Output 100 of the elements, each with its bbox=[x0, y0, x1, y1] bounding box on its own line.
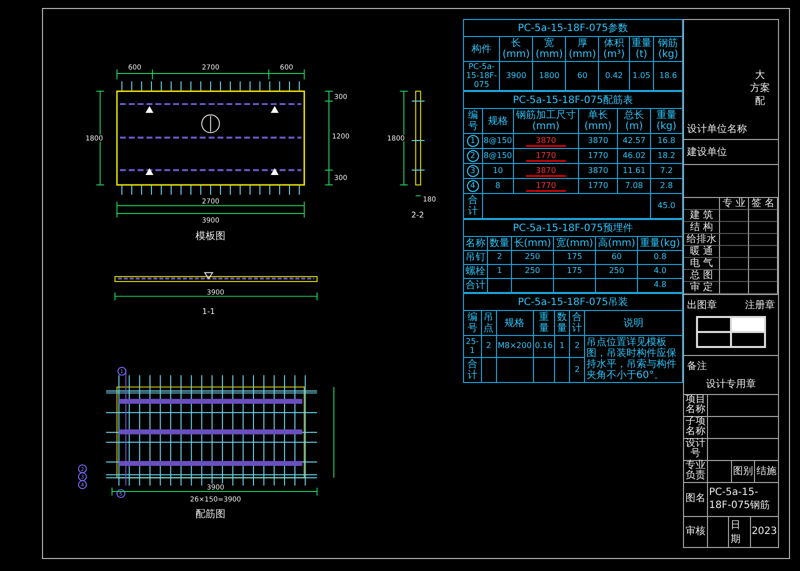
table-cell: 250 bbox=[512, 250, 554, 265]
table-cell: 25-1 bbox=[464, 336, 482, 358]
table-cell: 16.8 bbox=[650, 134, 682, 149]
field-value: 2023 bbox=[750, 525, 778, 540]
table-cell: 规格 bbox=[482, 108, 514, 134]
column-header: 签 名 bbox=[749, 198, 778, 210]
bar-shape-cell: 3870 bbox=[514, 164, 578, 179]
table-cell: 18.2 bbox=[650, 148, 682, 164]
field-label: 设计号 bbox=[684, 438, 708, 460]
table-cell: 3870 bbox=[578, 134, 618, 149]
vertical-text: 方案 bbox=[750, 83, 770, 94]
table-cell: 175 bbox=[554, 264, 596, 279]
table-cell: 宽(mm) bbox=[554, 236, 596, 251]
table-cell: 250 bbox=[512, 264, 554, 279]
table-cell bbox=[533, 357, 554, 383]
table-cell: 3900 bbox=[500, 62, 533, 91]
table-cell: 3870 bbox=[578, 164, 618, 179]
table-cell: 2 bbox=[488, 250, 512, 265]
table-cell bbox=[496, 357, 534, 383]
table-cell: 合计 bbox=[570, 310, 585, 336]
table-cell: 吊钉 bbox=[464, 250, 488, 265]
company-name: 设计单位名称 bbox=[687, 122, 748, 136]
row-label: 暖 通 bbox=[684, 246, 720, 258]
table-cell: 18.6 bbox=[654, 62, 682, 91]
table-cell: 钢筋(kg) bbox=[654, 36, 682, 62]
table-cell: 数量 bbox=[554, 310, 570, 336]
table-cell: 长(mm) bbox=[512, 236, 554, 251]
bar-number-mark: 4 bbox=[466, 180, 479, 192]
table-cell: 单长(mm) bbox=[578, 108, 618, 134]
table-cell bbox=[720, 258, 749, 270]
note-text: 吊点位置详见模板图，吊装时构件应保持水平，吊索与构件夹角不小于60°。 bbox=[584, 336, 682, 383]
table-cell: 0.8 bbox=[638, 250, 682, 265]
field-value: 结施 bbox=[756, 464, 778, 480]
view-caption: 1-1 bbox=[202, 307, 216, 316]
table-cell bbox=[554, 278, 596, 293]
table-cell: 重量(kg) bbox=[650, 108, 682, 134]
field-label: 设计专用章 bbox=[706, 378, 756, 391]
table-cell: 175 bbox=[554, 250, 596, 265]
table-cell: 规格 bbox=[496, 310, 534, 336]
table-cell: 45.0 bbox=[650, 194, 682, 219]
view-caption: 2-2 bbox=[411, 210, 424, 220]
table-cell bbox=[720, 222, 749, 234]
table-cell: M8×200 bbox=[496, 336, 534, 358]
table-cell: 编号 bbox=[464, 108, 482, 134]
table-cell: 1800 bbox=[532, 62, 566, 91]
table-cell: 名称 bbox=[464, 236, 488, 251]
field-label: 子项名称 bbox=[684, 416, 708, 438]
table-cell: 体积(m³) bbox=[598, 36, 630, 62]
field-label: 备注 bbox=[687, 360, 708, 373]
field-label: 项目名称 bbox=[684, 394, 708, 416]
table-cell: 螺栓 bbox=[464, 264, 488, 279]
table-cell bbox=[488, 278, 512, 293]
row-label: 总 图 bbox=[684, 270, 720, 282]
table-cell: 钢筋加工尺寸(mm) bbox=[514, 108, 578, 134]
table-cell: 重量 bbox=[533, 310, 554, 336]
table-cell: 7.08 bbox=[618, 178, 650, 194]
table-cell: 0.42 bbox=[598, 62, 630, 91]
field-label: 图别 bbox=[732, 460, 756, 482]
table-cell bbox=[596, 278, 638, 293]
table-cell: 重量(kg) bbox=[638, 236, 682, 251]
view-caption: 模板图 bbox=[196, 231, 226, 242]
stamp-grid bbox=[696, 316, 766, 348]
bar-shape-cell: 1770 bbox=[514, 178, 578, 194]
row-label: 电 气 bbox=[684, 258, 720, 270]
table-cell: 8@150 bbox=[482, 134, 514, 149]
table-cell: 合计 bbox=[464, 278, 488, 293]
table-cell bbox=[720, 246, 749, 258]
table-cell bbox=[720, 234, 749, 246]
table-cell: 42.57 bbox=[618, 134, 650, 149]
row-label: 给排水 bbox=[684, 234, 720, 246]
table-cell: 总长(m) bbox=[618, 108, 650, 134]
field-label: 审核 bbox=[684, 516, 708, 547]
table-cell: 说明 bbox=[584, 310, 682, 336]
table-cell: 2 bbox=[481, 336, 496, 358]
table-title: PC-5a-15-18F-075吊装 bbox=[464, 294, 682, 311]
table-cell bbox=[554, 357, 570, 383]
table-cell: 吊点 bbox=[481, 310, 496, 336]
table-cell: 1.05 bbox=[629, 62, 654, 91]
table-cell: 合计 bbox=[464, 357, 482, 383]
table-cell: 4.8 bbox=[638, 278, 682, 293]
column-header: 专 业 bbox=[720, 198, 749, 210]
table-cell: 数量 bbox=[488, 236, 512, 251]
field-label: 图名 bbox=[684, 482, 708, 516]
row-label: 建 筑 bbox=[684, 210, 720, 222]
table-cell: 250 bbox=[596, 264, 638, 279]
table-cell: 10 bbox=[482, 164, 514, 179]
table-cell: 1 bbox=[488, 264, 512, 279]
field-label: 专业负责 bbox=[684, 460, 708, 482]
field-label: 出图章 bbox=[687, 298, 717, 312]
table-cell: 合计 bbox=[464, 194, 482, 219]
table-cell: 8@150 bbox=[482, 148, 514, 164]
table-cell: 8 bbox=[482, 178, 514, 194]
table-cell bbox=[720, 270, 749, 282]
bar-shape-cell: 3870 bbox=[514, 134, 578, 149]
bar-number-mark: 2 bbox=[466, 150, 479, 162]
table-cell: 宽(mm) bbox=[532, 36, 566, 62]
table-cell: 0.16 bbox=[533, 336, 554, 358]
table-cell: 11.61 bbox=[618, 164, 650, 179]
view-caption: 配筋图 bbox=[196, 509, 226, 520]
table-cell: 1770 bbox=[578, 178, 618, 194]
